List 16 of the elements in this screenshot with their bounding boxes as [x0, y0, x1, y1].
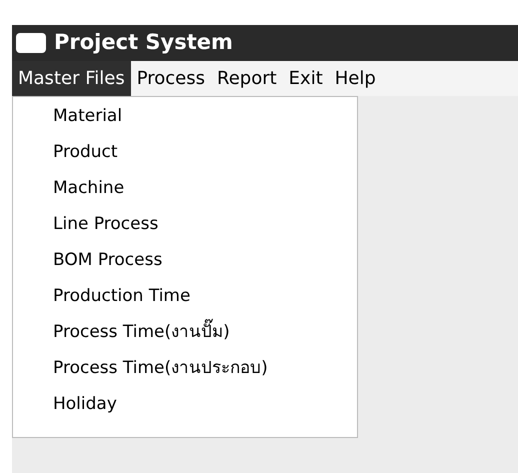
window-title: Project System — [54, 29, 233, 56]
menu-item[interactable]: Report — [211, 61, 283, 96]
dropdown-item[interactable]: Production Time — [13, 279, 357, 315]
menu-item[interactable]: Exit — [282, 61, 329, 96]
dropdown-item[interactable]: Holiday — [13, 387, 357, 423]
menu-item[interactable]: Process — [130, 61, 211, 96]
dropdown-item[interactable]: Machine — [13, 171, 357, 207]
dropdown-item[interactable]: Material — [13, 99, 357, 135]
dropdown-item[interactable]: Line Process — [13, 207, 357, 243]
dropdown-item[interactable]: Process Time(งานประกอบ) — [13, 351, 357, 387]
menu-item[interactable]: Master Files — [12, 61, 131, 96]
window-icon — [16, 33, 46, 53]
dropdown-item[interactable]: Process Time(งานปั๊ม) — [13, 315, 357, 351]
dropdown-item[interactable]: BOM Process — [13, 243, 357, 279]
dropdown-item[interactable]: Product — [13, 135, 357, 171]
menu-item[interactable]: Help — [328, 61, 382, 96]
